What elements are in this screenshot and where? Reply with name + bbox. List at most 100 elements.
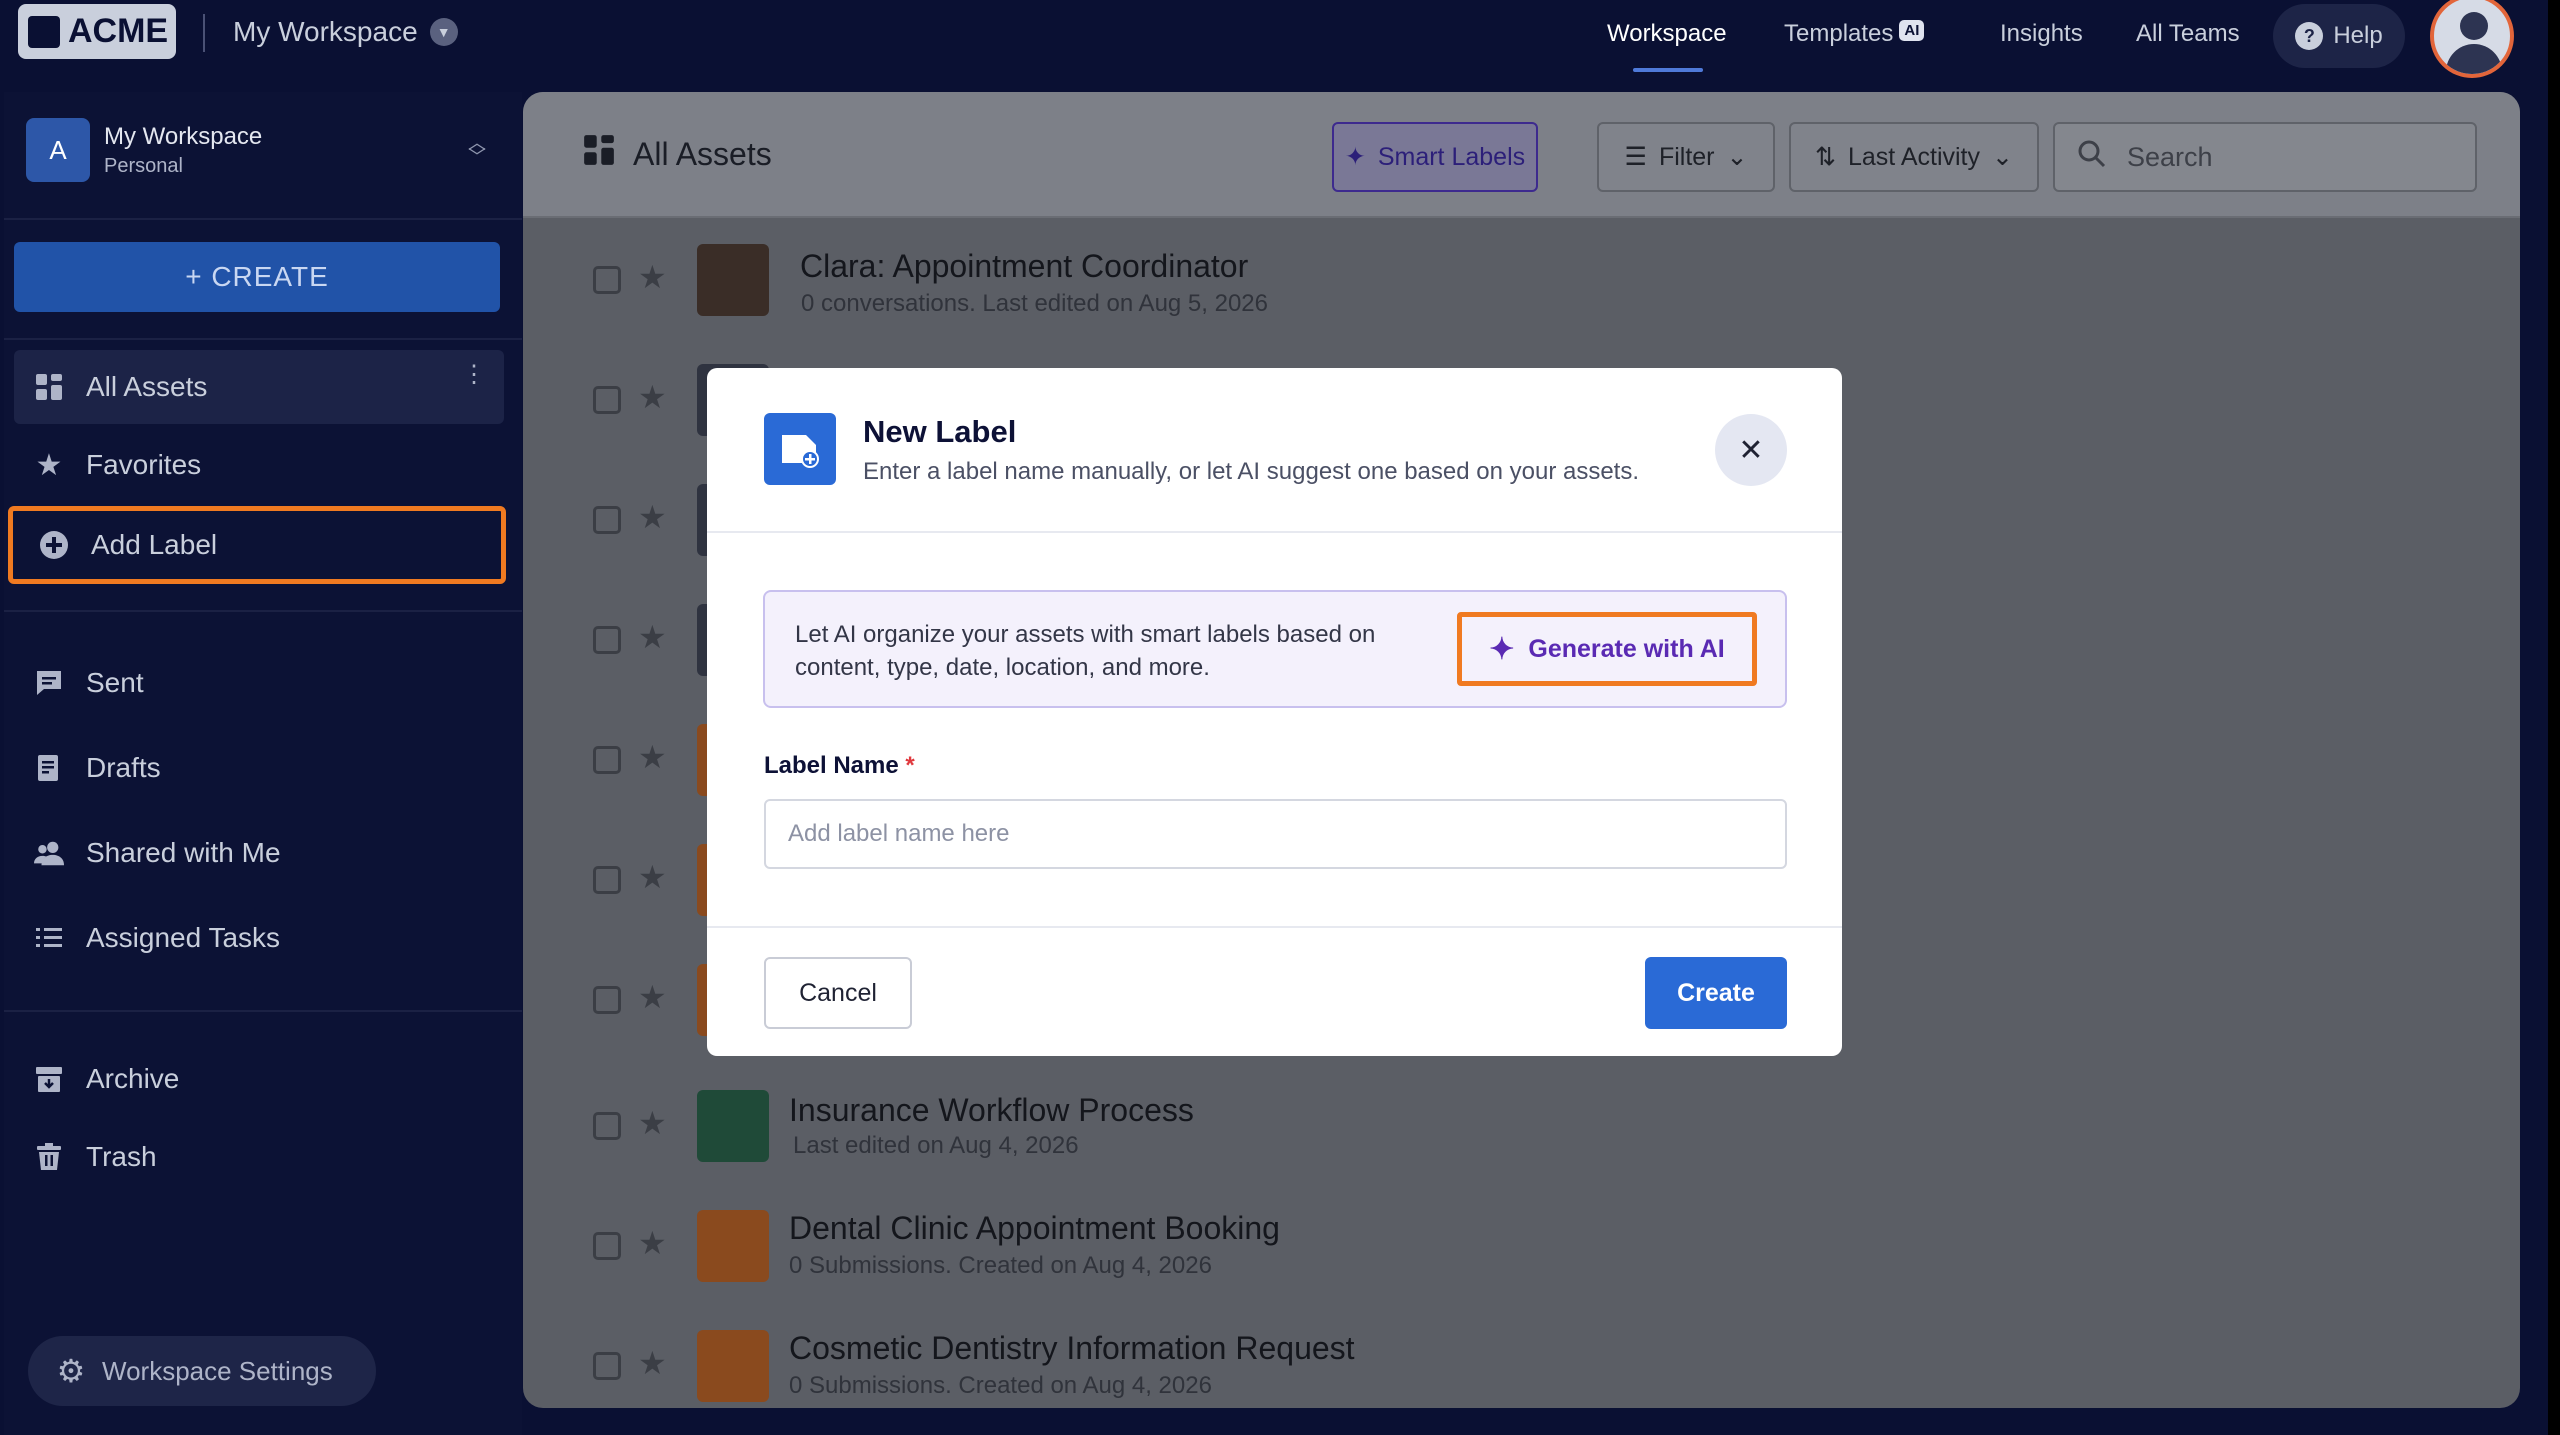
acme-logo[interactable]: ACME	[18, 4, 176, 59]
sidebar-item-sent[interactable]: Sent	[14, 646, 504, 720]
nav-all-teams[interactable]: All Teams	[2136, 20, 2240, 48]
ai-description: Let AI organize your assets with smart l…	[795, 621, 1376, 681]
workspace-selector[interactable]: A My Workspace Personal ︿ ﹀	[26, 118, 496, 182]
row-checkbox[interactable]	[593, 1352, 621, 1380]
star-icon[interactable]: ★	[638, 1104, 667, 1142]
list-item[interactable]: ★ Dental Clinic Appointment Booking 0 Su…	[523, 1198, 2520, 1318]
top-navigation-bar: ACME My Workspace ▼ Workspace Templates A…	[0, 0, 2560, 92]
row-title[interactable]: Dental Clinic Appointment Booking	[789, 1210, 1280, 1247]
search-field[interactable]: Search	[2053, 122, 2477, 192]
generate-with-ai-button[interactable]: ✦ Generate with AI	[1457, 612, 1757, 686]
sidebar-item-shared-with-me[interactable]: Shared with Me	[14, 816, 504, 890]
workspace-badge: A	[26, 118, 90, 182]
star-icon[interactable]: ★	[638, 978, 667, 1016]
workspace-type: Personal	[104, 154, 183, 177]
logo-mark-icon	[28, 15, 60, 48]
nav-templates[interactable]: Templates AI	[1784, 20, 1925, 48]
create-button[interactable]: + CREATE	[14, 242, 500, 312]
list-item[interactable]: ★ Cosmetic Dentistry Information Request…	[523, 1318, 2520, 1408]
label-name-input[interactable]	[764, 799, 1787, 869]
row-checkbox[interactable]	[593, 1112, 621, 1140]
sparkle-icon: ✦	[1344, 143, 1366, 171]
help-label: Help	[2333, 22, 2383, 49]
workspace-name: My Workspace	[104, 122, 263, 150]
ai-suggestion-panel: Let AI organize your assets with smart l…	[763, 590, 1787, 708]
row-subtitle: 0 conversations. Last edited on Aug 5, 2…	[801, 290, 1269, 317]
plus-circle-icon	[39, 530, 69, 560]
filter-icon: ☰	[1624, 143, 1647, 171]
star-icon[interactable]: ★	[638, 618, 667, 656]
sidebar-item-label: Assigned Tasks	[86, 922, 281, 953]
chevron-down-icon: ⌄	[1726, 143, 1748, 171]
ai-badge: AI	[1899, 20, 1925, 41]
row-checkbox[interactable]	[593, 506, 621, 534]
new-label-dialog: New Label Enter a label name manually, o…	[707, 368, 1842, 1056]
sort-icon: ⇅	[1815, 143, 1836, 171]
sidebar-item-label: Trash	[86, 1141, 157, 1172]
trash-icon	[34, 1142, 64, 1172]
divider	[203, 14, 205, 52]
list-item[interactable]: ★ Insurance Workflow Process Last edited…	[523, 1078, 2520, 1198]
sort-label: Last Activity	[1848, 142, 1980, 171]
row-checkbox[interactable]	[593, 266, 621, 294]
star-icon[interactable]: ★	[638, 1344, 667, 1382]
divider	[4, 610, 522, 612]
page-title: All Assets	[583, 134, 772, 174]
sidebar-item-drafts[interactable]: Drafts	[14, 731, 504, 805]
nav-insights[interactable]: Insights	[2000, 20, 2083, 48]
star-icon[interactable]: ★	[638, 258, 667, 296]
logo-text: ACME	[68, 12, 169, 50]
form-thumbnail	[697, 1330, 769, 1402]
chevron-down-icon: ⌄	[1992, 143, 2013, 171]
sidebar-item-assigned-tasks[interactable]: Assigned Tasks	[14, 901, 504, 975]
row-title[interactable]: Cosmetic Dentistry Information Request	[789, 1330, 1355, 1367]
active-nav-indicator	[1633, 68, 1703, 72]
nav-workspace[interactable]: Workspace	[1607, 20, 1727, 48]
help-button[interactable]: ? Help	[2273, 4, 2405, 68]
more-options-icon[interactable]: ⋮	[462, 363, 486, 387]
create-label-button[interactable]: Create	[1645, 957, 1787, 1029]
user-avatar[interactable]	[2430, 0, 2514, 78]
close-button[interactable]: ✕	[1715, 414, 1787, 486]
row-checkbox[interactable]	[593, 626, 621, 654]
sidebar-item-archive[interactable]: Archive	[14, 1042, 504, 1116]
star-icon[interactable]: ★	[638, 858, 667, 896]
row-title[interactable]: Clara: Appointment Coordinator	[800, 248, 1248, 285]
chevron-down-icon: ▼	[429, 18, 458, 46]
sidebar-item-all-assets[interactable]: All Assets ⋮	[14, 350, 504, 424]
help-icon: ?	[2295, 22, 2324, 50]
star-icon[interactable]: ★	[638, 738, 667, 776]
row-checkbox[interactable]	[593, 1232, 621, 1260]
smart-labels-button[interactable]: ✦ Smart Labels	[1332, 122, 1538, 192]
star-icon[interactable]: ★	[638, 1224, 667, 1262]
cancel-button[interactable]: Cancel	[764, 957, 912, 1029]
dialog-title: New Label	[863, 414, 1017, 449]
row-subtitle: 0 Submissions. Created on Aug 4, 2026	[789, 1372, 1212, 1399]
task-list-icon	[34, 923, 64, 953]
row-checkbox[interactable]	[593, 746, 621, 774]
sidebar-item-label: Shared with Me	[86, 837, 281, 868]
sort-button[interactable]: ⇅ Last Activity ⌄	[1789, 122, 2039, 192]
divider	[707, 926, 1842, 928]
filter-button[interactable]: ☰ Filter ⌄	[1597, 122, 1775, 192]
avatar-body	[2446, 44, 2502, 74]
row-checkbox[interactable]	[593, 866, 621, 894]
main-header: All Assets ✦ Smart Labels ☰ Filter ⌄ ⇅ L…	[523, 92, 2520, 218]
gear-icon: ⚙	[56, 1353, 86, 1389]
grid-icon	[34, 372, 64, 402]
search-icon	[2077, 139, 2107, 176]
sidebar-item-label: Drafts	[86, 752, 161, 783]
star-icon[interactable]: ★	[638, 378, 667, 416]
sidebar-item-trash[interactable]: Trash	[14, 1120, 504, 1194]
list-item[interactable]: ★ Clara: Appointment Coordinator 0 conve…	[523, 232, 2520, 352]
row-checkbox[interactable]	[593, 986, 621, 1014]
workspace-switcher[interactable]: My Workspace ▼	[233, 16, 458, 48]
workspace-settings-button[interactable]: ⚙ Workspace Settings	[28, 1336, 376, 1406]
users-icon	[34, 838, 64, 868]
star-icon[interactable]: ★	[638, 498, 667, 536]
sidebar-item-favorites[interactable]: ★ Favorites	[14, 428, 504, 502]
row-title[interactable]: Insurance Workflow Process	[789, 1092, 1194, 1129]
row-checkbox[interactable]	[593, 386, 621, 414]
sidebar-item-label: Sent	[86, 667, 144, 698]
sidebar-item-add-label[interactable]: Add Label	[8, 506, 506, 584]
